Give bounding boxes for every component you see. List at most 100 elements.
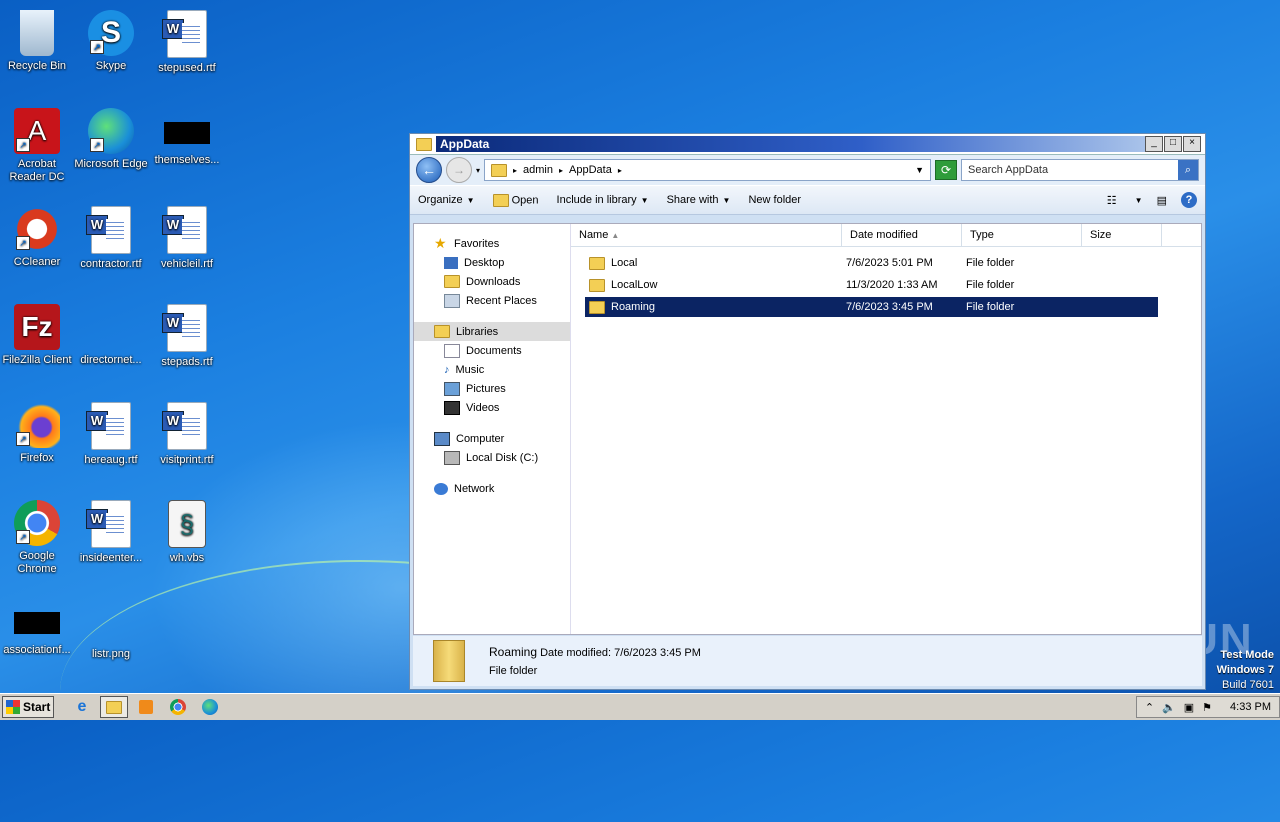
desktop-icon-label: hereaug.rtf bbox=[84, 454, 138, 466]
nav-favorites[interactable]: ★ Favorites bbox=[414, 234, 570, 253]
breadcrumb-separator-icon[interactable]: ▸ bbox=[559, 166, 563, 175]
media-player-icon bbox=[139, 700, 153, 714]
breadcrumb-admin[interactable]: admin bbox=[523, 164, 553, 176]
nav-desktop[interactable]: Desktop bbox=[414, 253, 570, 272]
desktop-icon-associationf[interactable]: associationf... bbox=[0, 592, 74, 657]
build-number: Build 7601 bbox=[1222, 679, 1274, 691]
title-bar[interactable]: AppData _ □ × bbox=[410, 134, 1205, 155]
details-date: 7/6/2023 3:45 PM bbox=[614, 647, 701, 659]
taskbar-edge[interactable] bbox=[196, 696, 224, 718]
navigation-pane[interactable]: ★ Favorites Desktop Downloads Recent Plac… bbox=[414, 224, 571, 634]
nav-videos[interactable]: Videos bbox=[414, 398, 570, 417]
view-options-dropdown[interactable]: ▼ bbox=[1135, 196, 1143, 205]
breadcrumb-separator-icon[interactable]: ▸ bbox=[513, 166, 517, 175]
refresh-button[interactable]: ⟳ bbox=[935, 160, 957, 180]
folder-icon bbox=[491, 163, 508, 177]
nav-downloads[interactable]: Downloads bbox=[414, 272, 570, 291]
include-in-library-button[interactable]: Include in library ▼ bbox=[557, 194, 649, 206]
column-header-date[interactable]: Date modified bbox=[842, 224, 962, 246]
search-icon[interactable]: ⌕ bbox=[1178, 160, 1198, 180]
column-header-type[interactable]: Type bbox=[962, 224, 1082, 246]
desktop-icon-label: stepused.rtf bbox=[158, 62, 216, 74]
downloads-icon bbox=[444, 275, 460, 288]
desktop-icon-label: Acrobat Reader DC bbox=[9, 158, 65, 183]
desktop-icon-stepused[interactable]: stepused.rtf bbox=[150, 4, 224, 75]
volume-icon[interactable]: 🔈 bbox=[1162, 701, 1176, 714]
desktop-icon-label: Skype bbox=[95, 60, 127, 72]
file-row-roaming[interactable]: Roaming 7/6/2023 3:45 PM File folder bbox=[585, 297, 1158, 317]
libraries-icon bbox=[434, 325, 450, 338]
minimize-button[interactable]: _ bbox=[1145, 136, 1163, 152]
shortcut-arrow-icon: ↗ bbox=[90, 138, 104, 152]
nav-recent-places[interactable]: Recent Places bbox=[414, 291, 570, 310]
action-center-flag-icon[interactable]: ⚑ bbox=[1202, 701, 1212, 714]
taskbar-explorer[interactable] bbox=[100, 696, 128, 718]
desktop-icon-visitprint[interactable]: visitprint.rtf bbox=[150, 396, 224, 467]
preview-pane-icon[interactable]: ▤ bbox=[1157, 194, 1167, 207]
desktop-icon-contractor[interactable]: contractor.rtf bbox=[74, 200, 148, 271]
desktop-icon-insideenter[interactable]: insideenter... bbox=[74, 494, 148, 565]
share-with-button[interactable]: Share with ▼ bbox=[667, 194, 731, 206]
desktop-icon-firefox[interactable]: ↗ Firefox bbox=[0, 396, 74, 465]
search-input[interactable]: Search AppData ⌕ bbox=[961, 159, 1199, 181]
nav-local-disk[interactable]: Local Disk (C:) bbox=[414, 448, 570, 467]
explorer-window[interactable]: AppData _ □ × ← → ▾ ▸ admin ▸ AppData ▸ … bbox=[409, 133, 1206, 690]
show-hidden-icons-icon[interactable]: ⌃ bbox=[1145, 701, 1154, 714]
recent-pages-dropdown[interactable]: ▾ bbox=[476, 166, 480, 175]
forward-button[interactable]: → bbox=[446, 157, 472, 183]
desktop-icon-hereaug[interactable]: hereaug.rtf bbox=[74, 396, 148, 467]
breadcrumb-appdata[interactable]: AppData bbox=[569, 164, 612, 176]
file-row-locallow[interactable]: LocalLow 11/3/2020 1:33 AM File folder bbox=[585, 275, 1158, 295]
desktop-icon-vehicleil[interactable]: vehicleil.rtf bbox=[150, 200, 224, 271]
chrome-icon: ↗ bbox=[14, 500, 60, 546]
desktop-icon-label: visitprint.rtf bbox=[160, 454, 214, 466]
desktop-icon-recycle-bin[interactable]: Recycle Bin bbox=[0, 4, 74, 73]
taskbar-internet-explorer[interactable]: e bbox=[68, 696, 96, 718]
help-icon[interactable]: ? bbox=[1181, 192, 1197, 208]
desktop-icon-themselves[interactable]: themselves... bbox=[150, 102, 224, 167]
desktop-icon-wh-vbs[interactable]: § wh.vbs bbox=[150, 494, 224, 565]
desktop-icon-acrobat[interactable]: A ↗ Acrobat Reader DC bbox=[0, 102, 74, 184]
nav-pictures[interactable]: Pictures bbox=[414, 379, 570, 398]
nav-network[interactable]: Network bbox=[414, 479, 570, 498]
start-button[interactable]: Start bbox=[2, 696, 54, 718]
content-area: ★ Favorites Desktop Downloads Recent Plac… bbox=[413, 223, 1202, 635]
desktop-icon-stepads[interactable]: stepads.rtf bbox=[150, 298, 224, 369]
maximize-button[interactable]: □ bbox=[1164, 136, 1182, 152]
folder-icon bbox=[589, 278, 605, 292]
desktop-icon-ccleaner[interactable]: ↗ CCleaner bbox=[0, 200, 74, 269]
nav-computer[interactable]: Computer bbox=[414, 429, 570, 448]
taskbar-media-player[interactable] bbox=[132, 696, 160, 718]
network-tray-icon[interactable]: ▣ bbox=[1184, 701, 1194, 714]
address-dropdown-icon[interactable]: ▼ bbox=[915, 165, 924, 175]
firefox-icon: ↗ bbox=[14, 402, 60, 448]
ccleaner-icon: ↗ bbox=[14, 206, 60, 252]
clock[interactable]: 4:33 PM bbox=[1230, 701, 1271, 713]
nav-music[interactable]: ♪ Music bbox=[414, 360, 570, 379]
large-folder-icon bbox=[433, 640, 465, 682]
breadcrumb-separator-icon[interactable]: ▸ bbox=[618, 166, 622, 175]
desktop-icon-filezilla[interactable]: Fz FileZilla Client bbox=[0, 298, 74, 367]
details-name: Roaming bbox=[489, 645, 538, 659]
desktop-icon-directornet[interactable]: directornet... bbox=[74, 298, 148, 367]
desktop-icon bbox=[444, 256, 458, 269]
nav-libraries[interactable]: Libraries bbox=[414, 322, 570, 341]
nav-documents[interactable]: Documents bbox=[414, 341, 570, 360]
column-header-size[interactable]: Size bbox=[1082, 224, 1162, 246]
new-folder-button[interactable]: New folder bbox=[748, 194, 801, 206]
back-button[interactable]: ← bbox=[416, 157, 442, 183]
column-header-name[interactable]: Name ▲ bbox=[571, 224, 842, 246]
address-bar[interactable]: ▸ admin ▸ AppData ▸ ▼ bbox=[484, 159, 931, 181]
change-view-icon[interactable]: ☷ bbox=[1107, 194, 1117, 207]
file-list-pane[interactable]: Name ▲ Date modified Type Size Local 7/6… bbox=[571, 224, 1201, 634]
sort-ascending-icon: ▲ bbox=[611, 231, 620, 240]
desktop-icon-listr[interactable]: listr.png bbox=[74, 592, 148, 661]
desktop-icon-chrome[interactable]: ↗ Google Chrome bbox=[0, 494, 74, 576]
close-button[interactable]: × bbox=[1183, 136, 1201, 152]
desktop-icon-edge[interactable]: ↗ Microsoft Edge bbox=[74, 102, 148, 171]
organize-button[interactable]: Organize ▼ bbox=[418, 194, 475, 206]
file-row-local[interactable]: Local 7/6/2023 5:01 PM File folder bbox=[585, 253, 1158, 273]
open-button[interactable]: Open bbox=[492, 193, 539, 207]
desktop-icon-skype[interactable]: S ↗ Skype bbox=[74, 4, 148, 73]
taskbar-chrome[interactable] bbox=[164, 696, 192, 718]
